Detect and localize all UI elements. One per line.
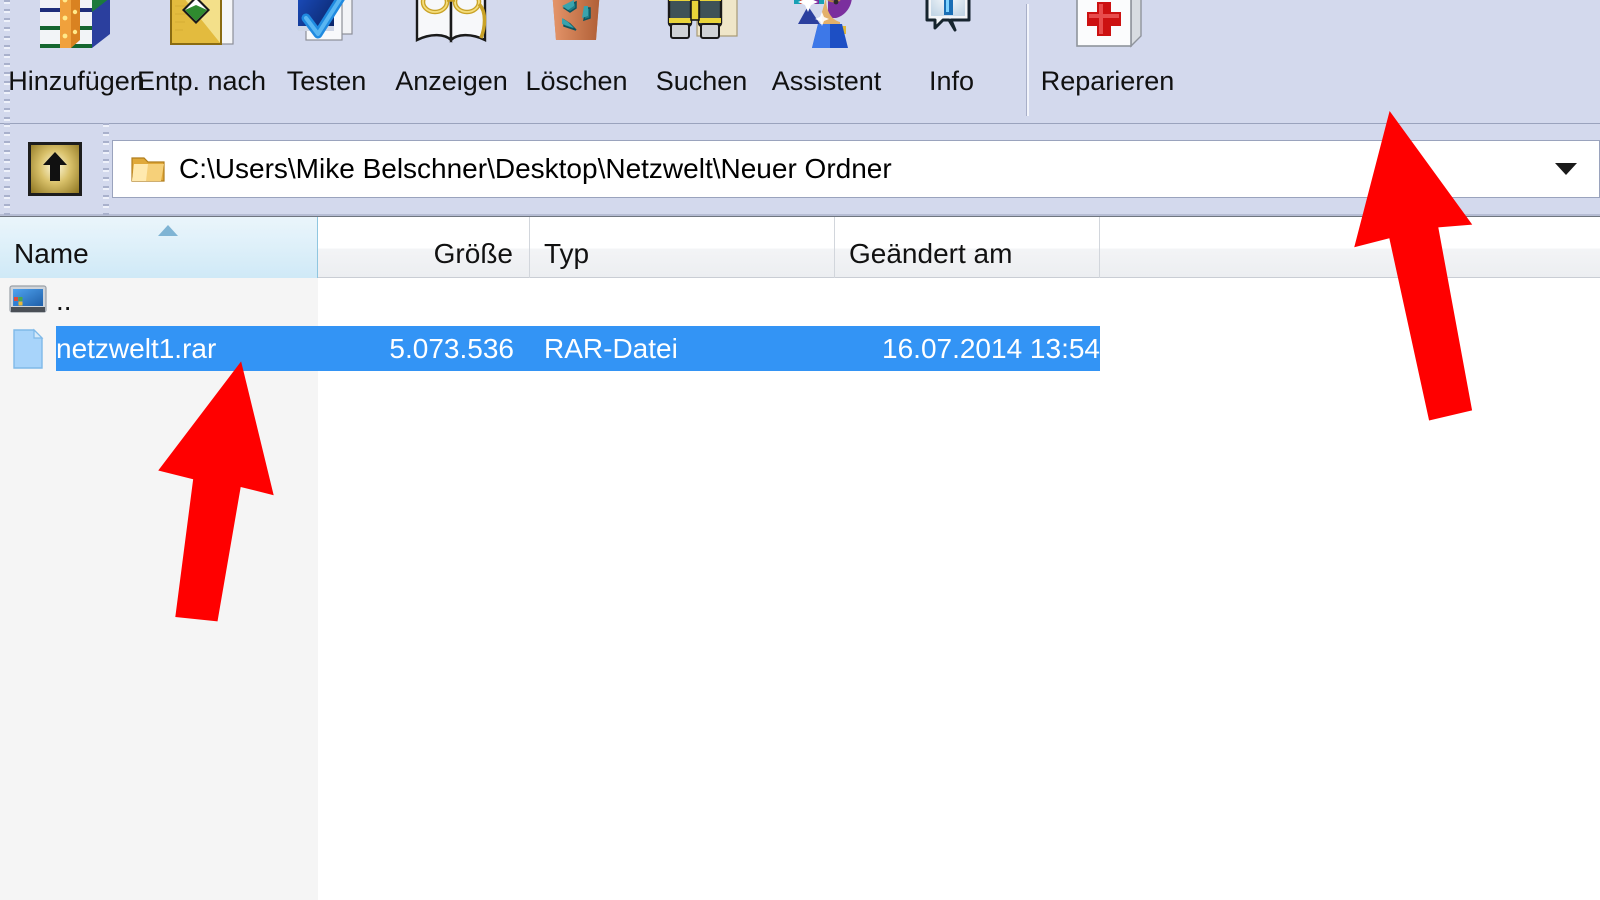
toolbar-button-find[interactable]: Suchen bbox=[639, 0, 764, 120]
column-header-label: Größe bbox=[433, 238, 513, 269]
toolbar-button-label: Entp. nach bbox=[136, 66, 267, 96]
file-type-cell: RAR-Datei bbox=[544, 332, 678, 364]
toolbar-button-label: Suchen bbox=[655, 66, 748, 96]
toolbar-button-test[interactable]: Testen bbox=[264, 0, 389, 120]
delete-trash-icon bbox=[534, 0, 620, 64]
toolbar-button-label: Assistent bbox=[771, 66, 882, 96]
toolbar-button-label: Anzeigen bbox=[395, 66, 508, 96]
column-header-modified[interactable]: Geändert am bbox=[835, 217, 1100, 278]
winrar-window: Hinzufügen Entp. nach Testen Anzeigen Lö… bbox=[0, 0, 1600, 900]
up-one-level-button[interactable] bbox=[28, 142, 82, 196]
find-binoculars-icon bbox=[659, 0, 745, 64]
parent-folder-desktop-icon bbox=[0, 284, 56, 318]
toolbar-button-repair[interactable]: Reparieren bbox=[1041, 0, 1174, 120]
file-list-header: Name Größe Typ Geändert am bbox=[0, 216, 1600, 278]
repair-firstaid-icon bbox=[1065, 0, 1151, 64]
address-combo-grip-handle[interactable] bbox=[100, 123, 112, 215]
up-folder-arrow-icon bbox=[38, 149, 72, 190]
toolbar-button-label: Hinzufügen bbox=[8, 66, 145, 96]
toolbar-button-label: Testen bbox=[286, 66, 367, 96]
file-name-cell: netzwelt1.rar bbox=[56, 332, 217, 364]
toolbar-button-add[interactable]: Hinzufügen bbox=[8, 0, 145, 120]
toolbar-grip-handle[interactable] bbox=[0, 0, 14, 124]
toolbar-button-extract-to[interactable]: Entp. nach bbox=[136, 0, 267, 120]
path-text: C:\Users\Mike Belschner\Desktop\Netzwelt… bbox=[179, 153, 892, 184]
wizard-icon bbox=[784, 0, 870, 64]
toolbar-button-delete[interactable]: Löschen bbox=[514, 0, 639, 120]
view-book-icon bbox=[409, 0, 495, 64]
sort-ascending-icon bbox=[158, 225, 178, 236]
toolbar-button-label: Reparieren bbox=[1040, 66, 1175, 96]
file-document-icon bbox=[0, 328, 56, 370]
test-checkmark-icon bbox=[284, 0, 370, 64]
sorted-column-tint bbox=[0, 278, 318, 900]
column-header-size[interactable]: Größe bbox=[318, 217, 530, 278]
table-row[interactable]: netzwelt1.rar 5.073.536 RAR-Datei 16.07.… bbox=[0, 326, 1600, 371]
column-header-label: Typ bbox=[544, 238, 590, 269]
chevron-down-icon[interactable] bbox=[1555, 163, 1577, 175]
column-header-filler bbox=[1100, 217, 1600, 278]
main-toolbar: Hinzufügen Entp. nach Testen Anzeigen Lö… bbox=[0, 0, 1600, 124]
toolbar-button-label: Info bbox=[928, 66, 975, 96]
toolbar-button-group: Hinzufügen Entp. nach Testen Anzeigen Lö… bbox=[8, 0, 1174, 124]
column-header-label: Name bbox=[14, 238, 89, 269]
archive-books-icon bbox=[34, 0, 120, 64]
file-size-cell: 5.073.536 bbox=[389, 332, 514, 364]
file-modified-cell: 16.07.2014 13:54 bbox=[882, 332, 1100, 364]
info-balloon-icon bbox=[909, 0, 995, 64]
toolbar-separator bbox=[1026, 4, 1029, 116]
column-header-name[interactable]: Name bbox=[0, 217, 318, 278]
file-list[interactable]: .. netzwelt1.rar 5.073.536 RAR-Datei 16.… bbox=[0, 278, 1600, 900]
table-row[interactable]: .. bbox=[0, 278, 1600, 323]
toolbar-button-wizard[interactable]: Assistent bbox=[764, 0, 889, 120]
file-name-cell: .. bbox=[56, 284, 72, 316]
folder-icon bbox=[129, 152, 169, 186]
path-combobox[interactable]: C:\Users\Mike Belschner\Desktop\Netzwelt… bbox=[112, 140, 1600, 198]
extract-to-icon bbox=[159, 0, 245, 64]
column-header-type[interactable]: Typ bbox=[530, 217, 835, 278]
toolbar-button-view[interactable]: Anzeigen bbox=[389, 0, 514, 120]
toolbar-button-info[interactable]: Info bbox=[889, 0, 1014, 120]
address-bar: C:\Users\Mike Belschner\Desktop\Netzwelt… bbox=[0, 123, 1600, 216]
toolbar-button-label: Löschen bbox=[525, 66, 628, 96]
address-bar-grip-handle[interactable] bbox=[0, 123, 14, 215]
column-header-label: Geändert am bbox=[849, 238, 1013, 269]
